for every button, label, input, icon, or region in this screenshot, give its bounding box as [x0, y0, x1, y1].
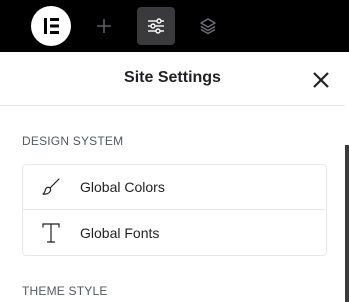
global-colors-label: Global Colors	[80, 179, 165, 195]
section-label-theme-style: THEME STYLE	[22, 284, 108, 298]
layers-icon	[200, 18, 216, 35]
close-button[interactable]	[310, 69, 332, 91]
site-settings-button[interactable]	[137, 7, 175, 45]
close-icon	[313, 72, 329, 88]
brush-icon	[39, 175, 63, 199]
layers-button[interactable]	[189, 7, 227, 45]
add-element-button[interactable]	[85, 7, 123, 45]
top-toolbar	[0, 0, 349, 52]
sliders-icon	[148, 18, 164, 34]
plus-icon	[97, 19, 111, 33]
global-fonts-item[interactable]: Global Fonts	[23, 210, 326, 255]
global-colors-item[interactable]: Global Colors	[23, 165, 326, 210]
site-settings-panel: Site Settings DESIGN SYSTEM Global Color…	[0, 52, 345, 302]
panel-header: Site Settings	[0, 52, 345, 106]
global-fonts-label: Global Fonts	[80, 224, 160, 241]
design-system-card: Global Colors Global Fonts	[22, 164, 327, 256]
typography-icon	[39, 221, 63, 245]
elementor-logo-icon[interactable]	[31, 6, 71, 46]
section-label-design-system: DESIGN SYSTEM	[22, 134, 124, 148]
panel-title: Site Settings	[124, 69, 221, 86]
canvas-edge-dark	[345, 145, 349, 302]
